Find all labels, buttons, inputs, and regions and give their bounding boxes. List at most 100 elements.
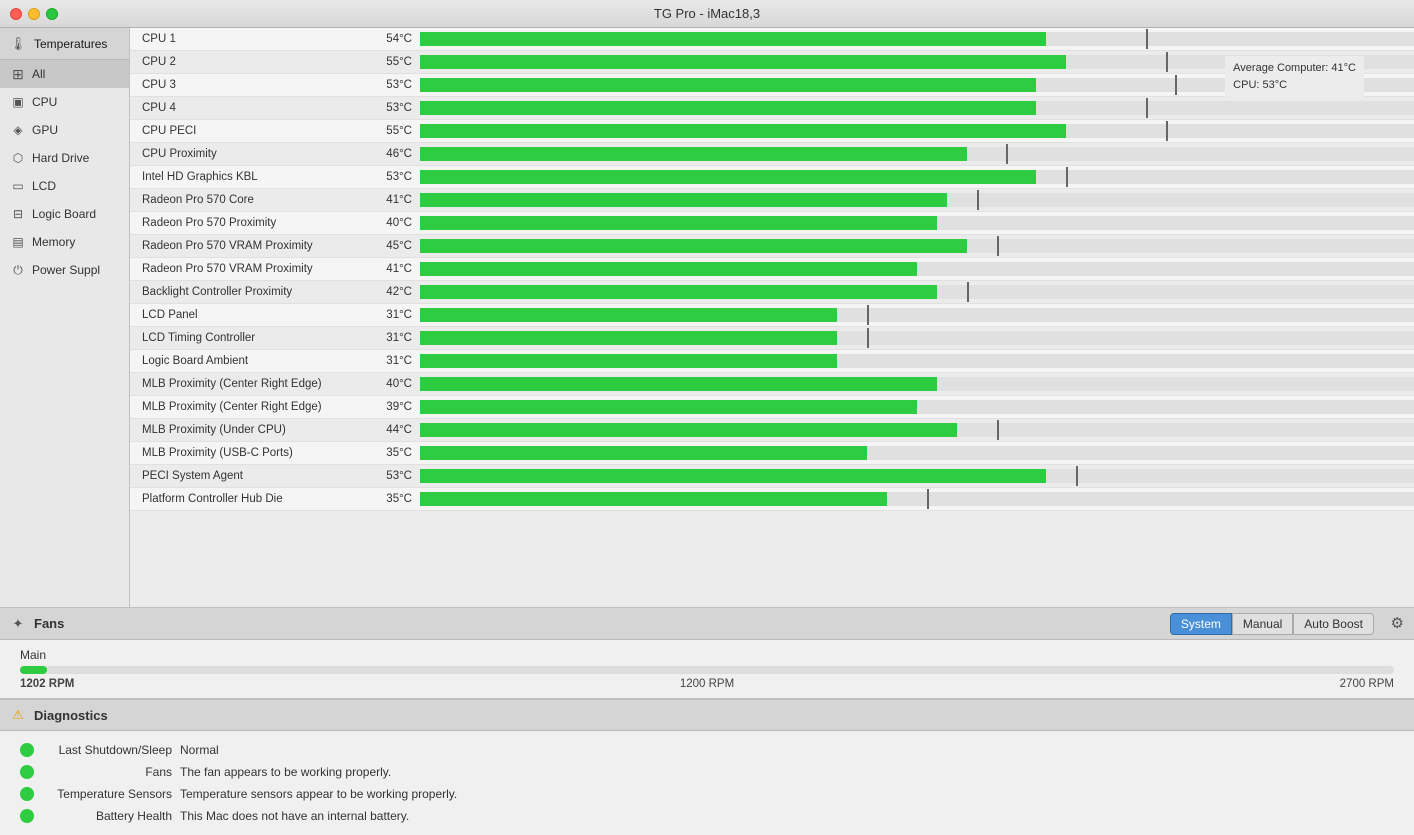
diag-row-label: Last Shutdown/Sleep — [42, 743, 172, 757]
sidebar-item-logic-board[interactable]: Logic Board — [0, 200, 129, 228]
fan-slider[interactable] — [20, 666, 1394, 674]
temp-bar-fill — [420, 78, 1036, 92]
cpu-temp-value: 53°C — [1263, 79, 1288, 91]
hd-icon — [10, 150, 26, 166]
minimize-button[interactable] — [28, 8, 40, 20]
temp-bar-fill — [420, 216, 937, 230]
sidebar-item-gpu[interactable]: GPU — [0, 116, 129, 144]
traffic-lights — [10, 8, 58, 20]
window-title: TG Pro - iMac18,3 — [654, 6, 760, 21]
temp-sensor-value: 54°C — [370, 33, 420, 45]
temp-row: MLB Proximity (Under CPU) 44°C — [130, 419, 1414, 442]
thermometer-icon — [10, 36, 26, 52]
sidebar: Temperatures All CPU GPU Hard Drive LCD … — [0, 28, 130, 607]
temp-bar-container — [420, 285, 1414, 299]
temp-bar-container — [420, 262, 1414, 276]
temp-row: MLB Proximity (Center Right Edge) 39°C — [130, 396, 1414, 419]
temp-bar-container — [420, 193, 1414, 207]
diag-row-label: Fans — [42, 765, 172, 779]
gear-icon — [1391, 615, 1404, 632]
fan-item: Main 1202 RPM 1200 RPM 2700 RPM — [20, 648, 1394, 690]
temp-marker — [1076, 466, 1078, 486]
fan-control-manual-button[interactable]: Manual — [1232, 613, 1293, 635]
power-icon — [10, 262, 26, 278]
temp-marker — [1166, 52, 1168, 72]
fan-control-auto-boost-button[interactable]: Auto Boost — [1293, 613, 1374, 635]
sidebar-item-all[interactable]: All — [0, 60, 129, 88]
fans-gear-icon[interactable] — [1391, 614, 1404, 633]
temp-bar-fill — [420, 354, 837, 368]
temp-sensor-name: Platform Controller Hub Die — [130, 493, 370, 505]
temp-bar-fill — [420, 170, 1036, 184]
lcd-icon — [10, 178, 26, 194]
temp-bar-container — [420, 239, 1414, 253]
temp-sensor-value: 44°C — [370, 424, 420, 436]
temp-row: LCD Panel 31°C — [130, 304, 1414, 327]
temp-row: Intel HD Graphics KBL 53°C — [130, 166, 1414, 189]
temp-marker — [1146, 29, 1148, 49]
temp-sensor-name: LCD Timing Controller — [130, 332, 370, 344]
temp-sensor-name: MLB Proximity (Center Right Edge) — [130, 401, 370, 413]
sidebar-item-power-suppl[interactable]: Power Suppl — [0, 256, 129, 284]
temp-sensor-name: CPU Proximity — [130, 148, 370, 160]
temp-sensor-name: Intel HD Graphics KBL — [130, 171, 370, 183]
diag-rows: Last Shutdown/Sleep Normal Fans The fan … — [0, 731, 1414, 835]
temp-sensor-name: LCD Panel — [130, 309, 370, 321]
sidebar-item-hard-drive[interactable]: Hard Drive — [0, 144, 129, 172]
temp-sensor-value: 35°C — [370, 493, 420, 505]
close-button[interactable] — [10, 8, 22, 20]
temp-bar-fill — [420, 492, 887, 506]
temp-bar-container — [420, 377, 1414, 391]
temp-bar-fill — [420, 331, 837, 345]
temp-sensor-value: 55°C — [370, 125, 420, 137]
grid-icon — [10, 66, 26, 82]
sidebar-item-label: GPU — [32, 123, 58, 137]
temp-marker — [1175, 75, 1177, 95]
fan-icon — [10, 616, 26, 632]
temp-bar-fill — [420, 446, 867, 460]
temp-sensor-value: 41°C — [370, 263, 420, 275]
temp-row: Radeon Pro 570 VRAM Proximity 45°C — [130, 235, 1414, 258]
temp-sensor-name: Backlight Controller Proximity — [130, 286, 370, 298]
temp-marker — [1166, 121, 1168, 141]
temp-sensor-name: Radeon Pro 570 VRAM Proximity — [130, 263, 370, 275]
temp-bar-container — [420, 216, 1414, 230]
diag-row: Temperature Sensors Temperature sensors … — [0, 783, 1414, 805]
temp-marker — [1066, 167, 1068, 187]
temp-row: Logic Board Ambient 31°C — [130, 350, 1414, 373]
sidebar-item-cpu[interactable]: CPU — [0, 88, 129, 116]
sidebar-item-memory[interactable]: Memory — [0, 228, 129, 256]
sidebar-item-lcd[interactable]: LCD — [0, 172, 129, 200]
temp-row: CPU 1 54°C — [130, 28, 1414, 51]
fan-min-rpm: 1200 RPM — [680, 678, 734, 690]
temp-bar-container — [420, 469, 1414, 483]
temp-sensor-value: 35°C — [370, 447, 420, 459]
diag-row: Battery Health This Mac does not have an… — [0, 805, 1414, 827]
temp-marker — [1006, 144, 1008, 164]
temp-bar-fill — [420, 400, 917, 414]
fan-control-system-button[interactable]: System — [1170, 613, 1232, 635]
temp-sensor-name: MLB Proximity (USB-C Ports) — [130, 447, 370, 459]
diag-row: Fans The fan appears to be working prope… — [0, 761, 1414, 783]
diag-row-value: This Mac does not have an internal batte… — [180, 809, 409, 823]
temp-bar-container — [420, 492, 1414, 506]
maximize-button[interactable] — [46, 8, 58, 20]
diag-row-value: The fan appears to be working properly. — [180, 765, 391, 779]
temp-bar-container — [420, 170, 1414, 184]
temp-bar-container — [420, 446, 1414, 460]
temp-marker — [927, 489, 929, 509]
temp-sensor-name: MLB Proximity (Center Right Edge) — [130, 378, 370, 390]
temp-marker — [867, 305, 869, 325]
temp-marker — [967, 282, 969, 302]
temp-sensor-value: 55°C — [370, 56, 420, 68]
temp-sensor-name: MLB Proximity (Under CPU) — [130, 424, 370, 436]
temp-row: LCD Timing Controller 31°C — [130, 327, 1414, 350]
fans-content: Main 1202 RPM 1200 RPM 2700 RPM — [0, 640, 1414, 698]
fan-slider-fill — [20, 666, 47, 674]
temp-bar-container — [420, 400, 1414, 414]
temp-sensor-value: 31°C — [370, 309, 420, 321]
temp-sensor-name: CPU PECI — [130, 125, 370, 137]
temp-sensor-value: 53°C — [370, 79, 420, 91]
sidebar-item-label: LCD — [32, 179, 56, 193]
diag-row-value: Normal — [180, 743, 219, 757]
